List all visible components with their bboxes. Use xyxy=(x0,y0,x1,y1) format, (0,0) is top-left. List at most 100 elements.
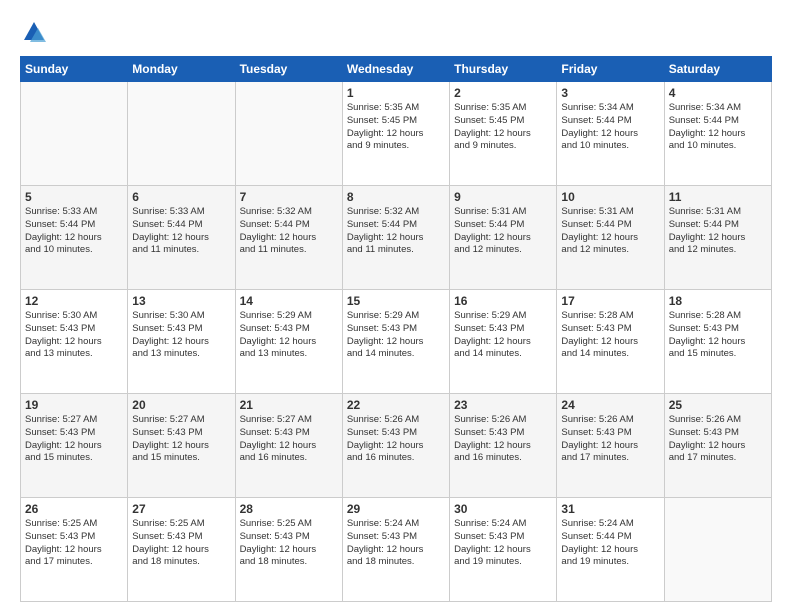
calendar-week-row: 5 Sunrise: 5:33 AM Sunset: 5:44 PM Daylig… xyxy=(21,186,772,290)
day-number: 15 xyxy=(347,294,445,308)
day-detail: Sunrise: 5:28 AM Sunset: 5:43 PM Dayligh… xyxy=(669,310,767,361)
day-detail: Sunrise: 5:33 AM Sunset: 5:44 PM Dayligh… xyxy=(132,206,230,257)
calendar-cell: 27 Sunrise: 5:25 AM Sunset: 5:43 PM Dayli… xyxy=(128,498,235,602)
day-number: 20 xyxy=(132,398,230,412)
calendar-cell: 1Sunrise: 5:35 AM Sunset: 5:45 PM Daylig… xyxy=(342,82,449,186)
day-detail: Sunrise: 5:24 AM Sunset: 5:43 PM Dayligh… xyxy=(454,518,552,569)
calendar-week-row: 12 Sunrise: 5:30 AM Sunset: 5:43 PM Dayli… xyxy=(21,290,772,394)
day-number: 16 xyxy=(454,294,552,308)
day-detail: Sunrise: 5:25 AM Sunset: 5:43 PM Dayligh… xyxy=(132,518,230,569)
page: SundayMondayTuesdayWednesdayThursdayFrid… xyxy=(0,0,792,612)
day-number: 2 xyxy=(454,86,552,100)
day-detail: Sunrise: 5:33 AM Sunset: 5:44 PM Dayligh… xyxy=(25,206,123,257)
day-detail: Sunrise: 5:35 AM Sunset: 5:45 PM Dayligh… xyxy=(454,102,552,153)
calendar-cell xyxy=(664,498,771,602)
calendar-cell: 24Sunrise: 5:26 AM Sunset: 5:43 PM Dayli… xyxy=(557,394,664,498)
calendar-cell: 30 Sunrise: 5:24 AM Sunset: 5:43 PM Dayli… xyxy=(450,498,557,602)
day-number: 28 xyxy=(240,502,338,516)
calendar-cell: 25 Sunrise: 5:26 AM Sunset: 5:43 PM Dayli… xyxy=(664,394,771,498)
calendar-cell: 11 Sunrise: 5:31 AM Sunset: 5:44 PM Dayli… xyxy=(664,186,771,290)
weekday-header-wednesday: Wednesday xyxy=(342,57,449,82)
day-detail: Sunrise: 5:24 AM Sunset: 5:44 PM Dayligh… xyxy=(561,518,659,569)
day-number: 19 xyxy=(25,398,123,412)
calendar-cell: 4 Sunrise: 5:34 AM Sunset: 5:44 PM Daylig… xyxy=(664,82,771,186)
calendar-cell: 22Sunrise: 5:26 AM Sunset: 5:43 PM Dayli… xyxy=(342,394,449,498)
day-detail: Sunrise: 5:34 AM Sunset: 5:44 PM Dayligh… xyxy=(669,102,767,153)
day-detail: Sunrise: 5:26 AM Sunset: 5:43 PM Dayligh… xyxy=(669,414,767,465)
day-detail: Sunrise: 5:34 AM Sunset: 5:44 PM Dayligh… xyxy=(561,102,659,153)
day-number: 7 xyxy=(240,190,338,204)
day-detail: Sunrise: 5:24 AM Sunset: 5:43 PM Dayligh… xyxy=(347,518,445,569)
day-number: 26 xyxy=(25,502,123,516)
day-number: 31 xyxy=(561,502,659,516)
header xyxy=(20,18,772,46)
day-detail: Sunrise: 5:26 AM Sunset: 5:43 PM Dayligh… xyxy=(561,414,659,465)
day-detail: Sunrise: 5:31 AM Sunset: 5:44 PM Dayligh… xyxy=(669,206,767,257)
day-number: 5 xyxy=(25,190,123,204)
day-detail: Sunrise: 5:27 AM Sunset: 5:43 PM Dayligh… xyxy=(240,414,338,465)
logo xyxy=(20,18,52,46)
day-number: 30 xyxy=(454,502,552,516)
weekday-header-saturday: Saturday xyxy=(664,57,771,82)
day-detail: Sunrise: 5:29 AM Sunset: 5:43 PM Dayligh… xyxy=(240,310,338,361)
day-number: 4 xyxy=(669,86,767,100)
calendar-cell: 9 Sunrise: 5:31 AM Sunset: 5:44 PM Daylig… xyxy=(450,186,557,290)
day-number: 25 xyxy=(669,398,767,412)
calendar-cell: 31 Sunrise: 5:24 AM Sunset: 5:44 PM Dayli… xyxy=(557,498,664,602)
calendar-cell: 15 Sunrise: 5:29 AM Sunset: 5:43 PM Dayli… xyxy=(342,290,449,394)
day-number: 11 xyxy=(669,190,767,204)
calendar-cell xyxy=(235,82,342,186)
calendar-cell: 6 Sunrise: 5:33 AM Sunset: 5:44 PM Daylig… xyxy=(128,186,235,290)
calendar-table: SundayMondayTuesdayWednesdayThursdayFrid… xyxy=(20,56,772,602)
calendar-cell: 29 Sunrise: 5:24 AM Sunset: 5:43 PM Dayli… xyxy=(342,498,449,602)
calendar-cell: 12Sunrise: 5:30 AM Sunset: 5:43 PM Dayli… xyxy=(21,290,128,394)
day-detail: Sunrise: 5:28 AM Sunset: 5:43 PM Dayligh… xyxy=(561,310,659,361)
day-number: 9 xyxy=(454,190,552,204)
day-number: 8 xyxy=(347,190,445,204)
day-number: 3 xyxy=(561,86,659,100)
day-detail: Sunrise: 5:31 AM Sunset: 5:44 PM Dayligh… xyxy=(454,206,552,257)
day-number: 21 xyxy=(240,398,338,412)
calendar-cell: 23Sunrise: 5:26 AM Sunset: 5:43 PM Dayli… xyxy=(450,394,557,498)
day-detail: Sunrise: 5:27 AM Sunset: 5:43 PM Dayligh… xyxy=(132,414,230,465)
calendar-cell: 2 Sunrise: 5:35 AM Sunset: 5:45 PM Daylig… xyxy=(450,82,557,186)
calendar-week-row: 19 Sunrise: 5:27 AM Sunset: 5:43 PM Dayli… xyxy=(21,394,772,498)
day-detail: Sunrise: 5:29 AM Sunset: 5:43 PM Dayligh… xyxy=(454,310,552,361)
calendar-week-row: 1Sunrise: 5:35 AM Sunset: 5:45 PM Daylig… xyxy=(21,82,772,186)
weekday-header-friday: Friday xyxy=(557,57,664,82)
weekday-header-monday: Monday xyxy=(128,57,235,82)
calendar-cell: 17Sunrise: 5:28 AM Sunset: 5:43 PM Dayli… xyxy=(557,290,664,394)
calendar-cell: 8 Sunrise: 5:32 AM Sunset: 5:44 PM Daylig… xyxy=(342,186,449,290)
weekday-header-thursday: Thursday xyxy=(450,57,557,82)
calendar-cell: 3 Sunrise: 5:34 AM Sunset: 5:44 PM Daylig… xyxy=(557,82,664,186)
calendar-cell: 5 Sunrise: 5:33 AM Sunset: 5:44 PM Daylig… xyxy=(21,186,128,290)
calendar-cell: 7Sunrise: 5:32 AM Sunset: 5:44 PM Daylig… xyxy=(235,186,342,290)
calendar-week-row: 26 Sunrise: 5:25 AM Sunset: 5:43 PM Dayli… xyxy=(21,498,772,602)
day-number: 13 xyxy=(132,294,230,308)
day-detail: Sunrise: 5:27 AM Sunset: 5:43 PM Dayligh… xyxy=(25,414,123,465)
calendar-cell xyxy=(21,82,128,186)
weekday-header-sunday: Sunday xyxy=(21,57,128,82)
day-number: 27 xyxy=(132,502,230,516)
calendar-cell: 18 Sunrise: 5:28 AM Sunset: 5:43 PM Dayli… xyxy=(664,290,771,394)
day-detail: Sunrise: 5:26 AM Sunset: 5:43 PM Dayligh… xyxy=(347,414,445,465)
calendar-cell: 26Sunrise: 5:25 AM Sunset: 5:43 PM Dayli… xyxy=(21,498,128,602)
day-number: 6 xyxy=(132,190,230,204)
day-detail: Sunrise: 5:32 AM Sunset: 5:44 PM Dayligh… xyxy=(347,206,445,257)
day-detail: Sunrise: 5:30 AM Sunset: 5:43 PM Dayligh… xyxy=(132,310,230,361)
calendar-cell: 21 Sunrise: 5:27 AM Sunset: 5:43 PM Dayli… xyxy=(235,394,342,498)
calendar-cell: 19 Sunrise: 5:27 AM Sunset: 5:43 PM Dayli… xyxy=(21,394,128,498)
day-number: 10 xyxy=(561,190,659,204)
calendar-cell xyxy=(128,82,235,186)
calendar-cell: 14Sunrise: 5:29 AM Sunset: 5:43 PM Dayli… xyxy=(235,290,342,394)
calendar-cell: 16 Sunrise: 5:29 AM Sunset: 5:43 PM Dayli… xyxy=(450,290,557,394)
day-number: 18 xyxy=(669,294,767,308)
day-number: 23 xyxy=(454,398,552,412)
calendar-cell: 13 Sunrise: 5:30 AM Sunset: 5:43 PM Dayli… xyxy=(128,290,235,394)
day-number: 29 xyxy=(347,502,445,516)
day-detail: Sunrise: 5:31 AM Sunset: 5:44 PM Dayligh… xyxy=(561,206,659,257)
day-detail: Sunrise: 5:29 AM Sunset: 5:43 PM Dayligh… xyxy=(347,310,445,361)
calendar-cell: 28Sunrise: 5:25 AM Sunset: 5:43 PM Dayli… xyxy=(235,498,342,602)
day-number: 12 xyxy=(25,294,123,308)
weekday-header-row: SundayMondayTuesdayWednesdayThursdayFrid… xyxy=(21,57,772,82)
